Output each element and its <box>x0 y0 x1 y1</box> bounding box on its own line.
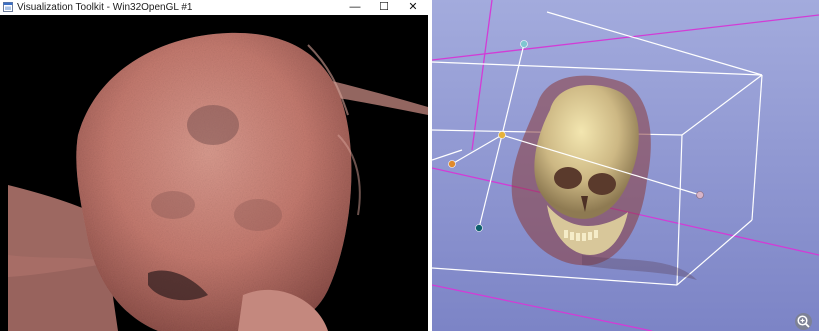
handle-top[interactable] <box>520 40 528 48</box>
magnifier-plus-glyph <box>797 315 810 328</box>
maximize-button[interactable]: ☐ <box>369 0 399 15</box>
handle-left[interactable] <box>448 160 456 168</box>
vtk-render-window[interactable]: Visualization Toolkit - Win32OpenGL #1 —… <box>0 0 428 331</box>
skull-volume-scene <box>432 0 819 331</box>
right-3d-viewport[interactable] <box>432 0 819 331</box>
handle-center[interactable] <box>498 131 506 139</box>
close-button[interactable]: ✕ <box>398 0 428 15</box>
head-volume-render <box>8 15 428 331</box>
minimize-button[interactable]: — <box>340 0 370 15</box>
app-icon <box>3 2 13 12</box>
zoom-in-icon[interactable] <box>795 313 812 330</box>
left-3d-viewport[interactable] <box>8 15 428 331</box>
window-titlebar[interactable]: Visualization Toolkit - Win32OpenGL #1 —… <box>0 0 428 15</box>
handle-bottom[interactable] <box>475 224 483 232</box>
handle-right[interactable] <box>696 191 704 199</box>
window-title: Visualization Toolkit - Win32OpenGL #1 <box>17 2 193 13</box>
